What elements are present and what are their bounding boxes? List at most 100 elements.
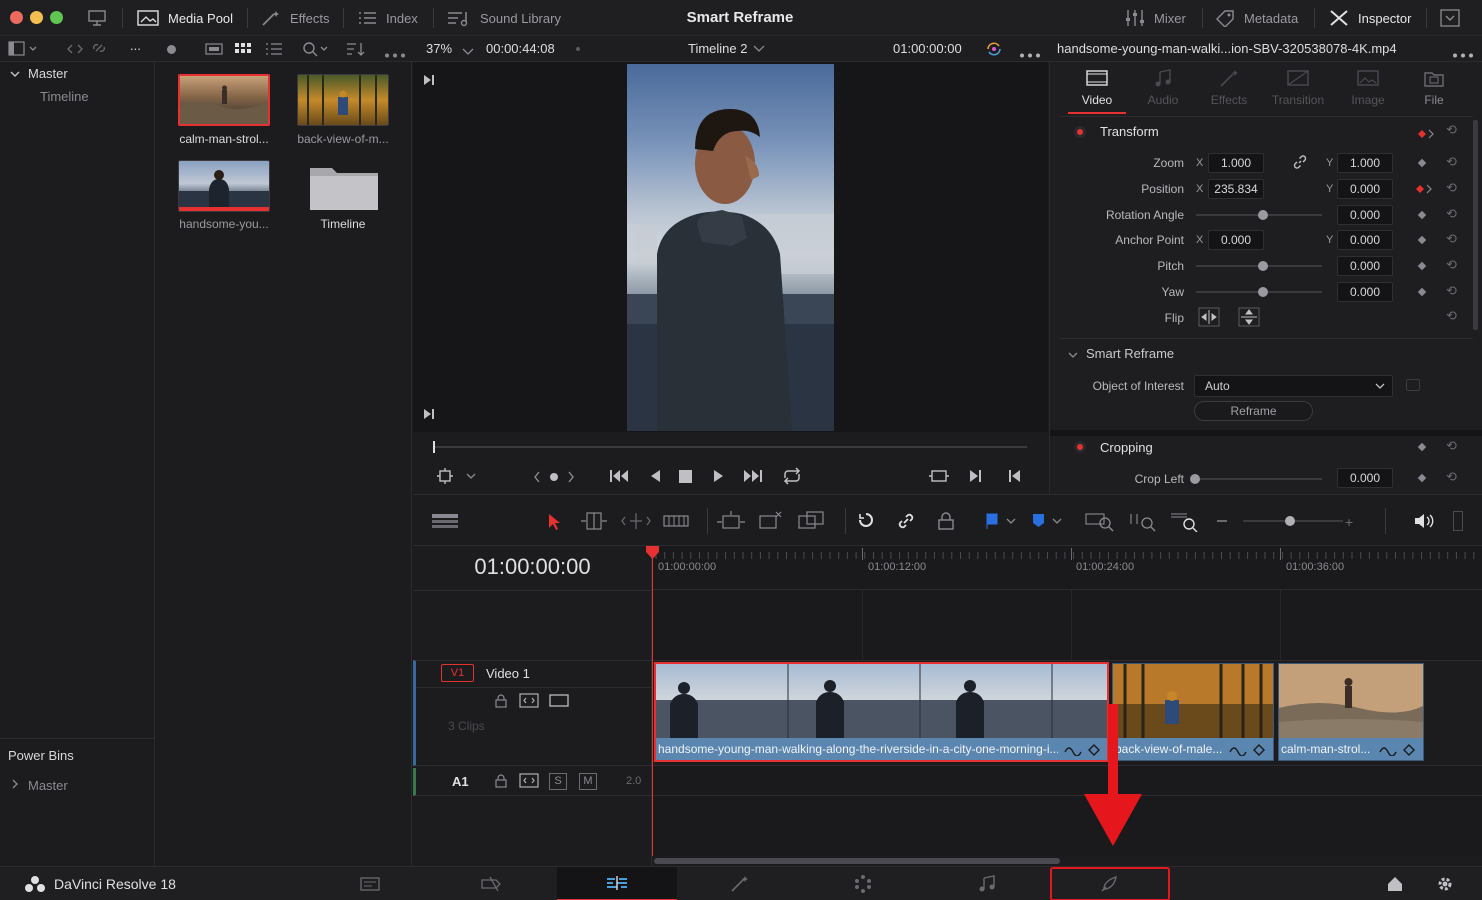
- loop-icon[interactable]: [781, 467, 803, 488]
- inspector-scrollbar[interactable]: [1473, 120, 1478, 330]
- dot-icon[interactable]: [167, 45, 176, 54]
- bin-timeline[interactable]: Timeline: [40, 89, 89, 104]
- mixer-button[interactable]: Mixer: [1124, 0, 1186, 36]
- cropping-heading[interactable]: Cropping: [1100, 440, 1153, 455]
- yaw-field[interactable]: 0.000: [1337, 282, 1393, 302]
- insert-clip-icon[interactable]: [715, 510, 747, 535]
- pitch-keyframe-icon[interactable]: [1417, 261, 1427, 271]
- media-pool-button[interactable]: Media Pool: [136, 0, 233, 36]
- position-keyframe-icon[interactable]: [1416, 183, 1432, 197]
- tab-file[interactable]: File: [1401, 68, 1467, 118]
- scrubber-track[interactable]: [433, 446, 1027, 448]
- track-enable-icon[interactable]: [549, 693, 569, 712]
- bin-master[interactable]: Master: [28, 66, 68, 81]
- reset-crop-left-icon[interactable]: ⟲: [1446, 469, 1457, 485]
- reset-anchor-icon[interactable]: ⟲: [1446, 231, 1457, 247]
- audio-meter-icon[interactable]: [1453, 511, 1463, 531]
- video-frame[interactable]: [627, 64, 834, 431]
- timeline-timecode[interactable]: 01:00:00:00: [413, 554, 652, 580]
- more-menu-icon[interactable]: [384, 47, 406, 61]
- transform-overlay-icon[interactable]: [437, 468, 479, 487]
- anchor-keyframe-icon[interactable]: [1417, 235, 1427, 245]
- media-clip-calm-man[interactable]: [178, 74, 270, 126]
- reset-rotation-icon[interactable]: ⟲: [1446, 206, 1457, 222]
- color-page-button[interactable]: [803, 867, 923, 900]
- position-lock-icon[interactable]: [935, 510, 957, 535]
- flip-vertical-icon[interactable]: [1238, 307, 1260, 330]
- workspace-icon[interactable]: [86, 8, 108, 31]
- solo-button[interactable]: S: [549, 773, 567, 790]
- cropping-toggle[interactable]: [1074, 441, 1086, 453]
- reset-transform-icon[interactable]: ⟲: [1446, 122, 1457, 138]
- blade-tool-icon[interactable]: [663, 513, 689, 532]
- reset-yaw-icon[interactable]: ⟲: [1446, 283, 1457, 299]
- cut-page-button[interactable]: [433, 867, 553, 900]
- reset-cropping-icon[interactable]: ⟲: [1446, 438, 1457, 454]
- playhead-handle-icon[interactable]: [645, 546, 660, 560]
- anchor-y-field[interactable]: 0.000: [1337, 230, 1393, 250]
- flip-horizontal-icon[interactable]: [1198, 307, 1220, 330]
- zoom-detail-icon[interactable]: [1129, 510, 1159, 535]
- timeline-view-options-icon[interactable]: [431, 513, 459, 532]
- link-icon[interactable]: [1292, 154, 1308, 173]
- tab-video[interactable]: Video: [1064, 68, 1130, 118]
- tab-transition[interactable]: Transition: [1265, 68, 1331, 118]
- go-to-start-icon[interactable]: [609, 468, 631, 487]
- zoom-out-icon[interactable]: [1217, 520, 1227, 522]
- deliver-page-button[interactable]: [1050, 867, 1170, 900]
- crop-left-keyframe-icon[interactable]: [1417, 473, 1427, 483]
- position-x-field[interactable]: 235.834: [1208, 179, 1264, 199]
- zoom-to-fit-icon[interactable]: [1085, 510, 1115, 535]
- settings-gear-icon[interactable]: [1436, 875, 1454, 896]
- timeline-clip-handsome-young-man[interactable]: handsome-young-man-walking-along-the-riv…: [654, 662, 1109, 762]
- reset-flip-icon[interactable]: ⟲: [1446, 308, 1457, 324]
- crop-left-field[interactable]: 0.000: [1337, 468, 1393, 488]
- zoom-keyframe-icon[interactable]: [1417, 158, 1427, 168]
- object-of-interest-dropdown[interactable]: Auto: [1194, 375, 1393, 397]
- collapse-panel-icon[interactable]: [1440, 9, 1460, 30]
- auto-select-icon[interactable]: [519, 693, 539, 712]
- metadata-button[interactable]: Metadata: [1214, 0, 1298, 36]
- pitch-slider-knob[interactable]: [1258, 261, 1268, 271]
- marker-icon[interactable]: [1031, 512, 1065, 533]
- position-y-field[interactable]: 0.000: [1337, 179, 1393, 199]
- scrubber-playhead[interactable]: [433, 441, 435, 453]
- reset-position-icon[interactable]: ⟲: [1446, 180, 1457, 196]
- v1-track-label[interactable]: V1: [441, 664, 474, 682]
- stop-icon[interactable]: [679, 470, 692, 486]
- zoom-in-icon[interactable]: +: [1345, 514, 1353, 530]
- sort-icon[interactable]: [345, 41, 367, 60]
- zoom-dropdown-icon[interactable]: [462, 45, 474, 59]
- maximize-window-button[interactable]: [50, 11, 63, 24]
- home-icon[interactable]: [1386, 875, 1404, 896]
- audio-track-lock-icon[interactable]: [494, 774, 508, 791]
- audio-auto-select-icon[interactable]: [519, 773, 539, 792]
- zoom-level[interactable]: 37%: [426, 36, 452, 62]
- more-options-text[interactable]: ...: [130, 33, 141, 59]
- replace-clip-icon[interactable]: [795, 510, 827, 535]
- chevron-down-icon[interactable]: [10, 68, 20, 82]
- fusion-page-button[interactable]: [680, 867, 800, 900]
- match-frame-icon[interactable]: [929, 468, 949, 487]
- snapping-icon[interactable]: [855, 510, 877, 535]
- minimize-window-button[interactable]: [30, 11, 43, 24]
- index-button[interactable]: Index: [356, 0, 418, 36]
- bin-view-icons[interactable]: [204, 42, 284, 59]
- media-clip-handsome-young-man[interactable]: [178, 160, 270, 212]
- color-sync-icon[interactable]: [984, 40, 1004, 61]
- zoom-custom-icon[interactable]: [1169, 510, 1199, 535]
- jog-control-icon[interactable]: [533, 470, 577, 487]
- viewer-options-icon[interactable]: [1019, 47, 1041, 61]
- keyframe-nav-icon[interactable]: [1418, 128, 1434, 142]
- crop-left-slider-knob[interactable]: [1190, 474, 1200, 484]
- reframe-button[interactable]: Reframe: [1194, 401, 1313, 421]
- tab-effects[interactable]: Effects: [1196, 68, 1262, 118]
- reset-zoom-icon[interactable]: ⟲: [1446, 154, 1457, 170]
- power-bin-master[interactable]: Master: [28, 778, 68, 793]
- zoom-y-field[interactable]: 1.000: [1337, 153, 1393, 173]
- flag-icon[interactable]: [985, 512, 1019, 533]
- video1-track-name[interactable]: Video 1: [486, 666, 530, 681]
- zoom-x-field[interactable]: 1.000: [1208, 153, 1264, 173]
- timeline-folder-icon[interactable]: [308, 162, 380, 215]
- play-reverse-icon[interactable]: [649, 469, 663, 486]
